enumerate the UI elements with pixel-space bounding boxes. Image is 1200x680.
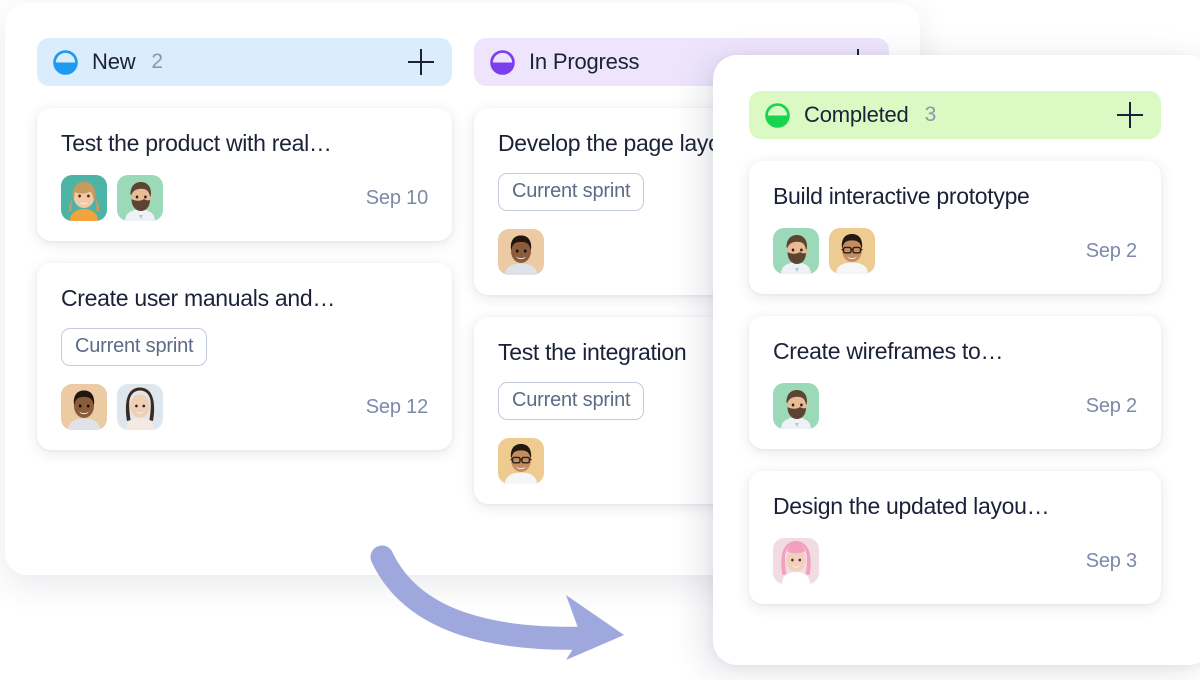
column-header-new[interactable]: New 2 (37, 38, 452, 86)
task-card[interactable]: Build interactive prototype Sep 2 (749, 161, 1161, 294)
column-new: New 2 Test the product with real… Sep 10… (37, 38, 452, 526)
column-completed: Completed 3 Build interactive prototype (749, 91, 1161, 604)
avatar-woman-blonde[interactable] (61, 175, 107, 221)
assignee-avatars (773, 228, 875, 274)
completed-panel: Completed 3 Build interactive prototype (713, 55, 1200, 665)
task-title: Create wireframes to… (773, 338, 1004, 364)
half-circle-status-icon (490, 49, 515, 75)
task-date: Sep 10 (365, 186, 428, 209)
add-task-button[interactable] (408, 49, 434, 75)
task-date: Sep 2 (1085, 239, 1137, 262)
task-card[interactable]: Create user manuals and… Current sprint … (37, 263, 452, 450)
task-footer: Sep 12 (61, 384, 428, 430)
sprint-tag[interactable]: Current sprint (61, 328, 208, 366)
column-title: New (92, 49, 136, 74)
task-title: Test the product with real… (61, 130, 332, 156)
task-date: Sep 12 (365, 395, 428, 418)
assignee-avatars (61, 175, 163, 221)
avatar-man-smiling[interactable] (61, 384, 107, 430)
add-task-button[interactable] (1117, 102, 1143, 128)
avatar-man-beard[interactable] (117, 175, 163, 221)
column-title: Completed (804, 102, 909, 127)
assignee-avatars (61, 384, 163, 430)
column-header-completed[interactable]: Completed 3 (749, 91, 1161, 139)
task-footer: Sep 2 (773, 383, 1137, 429)
avatar-man-beard[interactable] (773, 383, 819, 429)
avatar-man-glasses[interactable] (498, 438, 544, 484)
avatar-woman-pinkhair[interactable] (773, 538, 819, 584)
task-card[interactable]: Design the updated layou… Sep 3 (749, 471, 1161, 604)
task-card[interactable]: Test the product with real… Sep 10 (37, 108, 452, 241)
task-footer: Sep 10 (61, 175, 428, 221)
task-title: Design the updated layou… (773, 493, 1050, 519)
avatar-woman-darkhair[interactable] (117, 384, 163, 430)
task-date: Sep 2 (1085, 394, 1137, 417)
avatar-man-glasses[interactable] (829, 228, 875, 274)
avatar-man-smiling[interactable] (498, 229, 544, 275)
task-date: Sep 3 (1085, 549, 1137, 572)
half-circle-status-icon (53, 49, 78, 75)
half-circle-status-icon (765, 102, 790, 128)
assignee-avatars (773, 538, 819, 584)
avatar-man-beard[interactable] (773, 228, 819, 274)
task-footer: Sep 2 (773, 228, 1137, 274)
curved-arrow-right-icon (370, 535, 680, 660)
sprint-tag[interactable]: Current sprint (498, 173, 645, 211)
sprint-tag[interactable]: Current sprint (498, 382, 645, 420)
assignee-avatars (773, 383, 819, 429)
column-count: 2 (151, 50, 164, 73)
assignee-avatars (498, 438, 544, 484)
task-footer: Sep 3 (773, 538, 1137, 584)
assignee-avatars (498, 229, 544, 275)
column-count: 3 (924, 103, 937, 126)
kanban-board-illustration: New 2 Test the product with real… Sep 10… (0, 0, 1200, 680)
task-title: Create user manuals and… (61, 285, 336, 311)
task-card[interactable]: Create wireframes to… Sep 2 (749, 316, 1161, 449)
column-title: In Progress (529, 49, 640, 74)
task-title: Build interactive prototype (773, 183, 1030, 209)
